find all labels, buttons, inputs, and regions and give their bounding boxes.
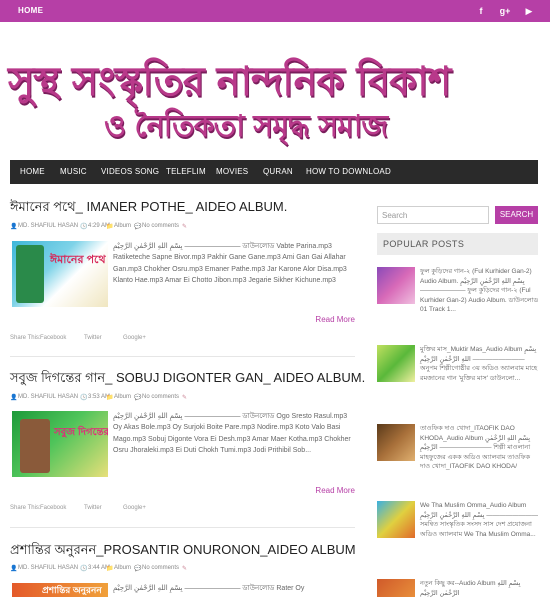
post-meta: 👤 MD. SHAFIUL HASAN 🕓 3:53 AM 📁 Album 💬 … <box>10 394 355 404</box>
author-icon: 👤 <box>10 395 18 401</box>
post-excerpt: بِسْمِ اللهِ الرَّحْمٰنِ الرَّحِيْمِ ———… <box>113 585 305 592</box>
popular-post-item[interactable]: নতুন কিছু কর--Audio Album بِسْمِ اللهِ ا… <box>377 579 538 597</box>
nav-teleflim[interactable]: TELEFLIM <box>166 160 206 184</box>
popular-post-thumbnail[interactable] <box>377 345 415 382</box>
read-more-link[interactable]: Read More <box>315 486 355 495</box>
post-excerpt: بِسْمِ اللهِ الرَّحْمٰنِ الرَّحِيْمِ ———… <box>113 413 351 454</box>
google-plus-icon[interactable]: g+ <box>497 3 513 19</box>
share-twitter[interactable]: Twitter <box>84 505 102 511</box>
edit-icon[interactable]: ✎ <box>182 394 187 401</box>
share-label: Share This: <box>10 335 41 341</box>
popular-post-item[interactable]: মুক্তির মাস_Muktir Mas_Audio Album بِسْم… <box>377 345 538 411</box>
popular-post-text: We Tha Muslim Omma_Audio Album بِسْمِ ال… <box>420 502 538 538</box>
comment-icon: 💬 <box>134 395 142 401</box>
post-title[interactable]: ঈমানের পথে_ IMANER POTHE_ AIDEO ALBUM. <box>10 198 355 219</box>
thumb-title: সবুজ দিগন্তের গান <box>54 427 108 438</box>
nav-videos-song[interactable]: VIDEOS SONG <box>101 160 159 184</box>
nav-quran[interactable]: QURAN <box>263 160 293 184</box>
thumb-title: প্রশান্তির অনুরনন <box>42 585 102 595</box>
folder-icon: 📁 <box>106 566 114 572</box>
popular-post-thumbnail[interactable] <box>377 579 415 597</box>
search-input[interactable]: Search <box>377 206 489 224</box>
popular-post-thumbnail[interactable] <box>377 424 415 461</box>
thumb-figure <box>16 245 44 303</box>
post-label[interactable]: Album <box>114 565 131 571</box>
popular-post-item[interactable]: We Tha Muslim Omma_Audio Album بِسْمِ ال… <box>377 501 538 569</box>
thumb-title: ঈমানের পথে <box>50 254 106 266</box>
popular-post-text: ফুল কুড়িদের গান-২ (Ful Kurhider Gan-2) … <box>420 268 538 314</box>
search-button[interactable]: SEARCH <box>495 206 538 224</box>
popular-post-item[interactable]: তাওফিক দাও খোদা_ITAOFIK DAO KHODA_Audio … <box>377 424 538 490</box>
post-author[interactable]: MD. SHAFIUL HASAN <box>18 223 78 229</box>
main-nav: HOME MUSIC VIDEOS SONG TELEFLIM MOVIES Q… <box>10 160 538 184</box>
share-google-plus[interactable]: Google+ <box>123 505 146 511</box>
edit-icon[interactable]: ✎ <box>182 223 187 230</box>
author-icon: 👤 <box>10 566 18 572</box>
post-label[interactable]: Album <box>114 223 131 229</box>
share-label: Share This: <box>10 505 41 511</box>
folder-icon: 📁 <box>106 395 114 401</box>
share-bar: Share This: Facebook Twitter Google+ <box>10 335 210 345</box>
post-label[interactable]: Album <box>114 394 131 400</box>
post-2: সবুজ দিগন্তের গান_ SOBUJ DIGONTER GAN_ A… <box>10 369 365 519</box>
post-comments[interactable]: No comments <box>142 565 179 571</box>
post-author[interactable]: MD. SHAFIUL HASAN <box>18 565 78 571</box>
post-meta: 👤 MD. SHAFIUL HASAN 🕓 4:29 AM 📁 Album 💬 … <box>10 223 355 233</box>
share-facebook[interactable]: Facebook <box>40 505 66 511</box>
post-title[interactable]: সবুজ দিগন্তের গান_ SOBUJ DIGONTER GAN_ A… <box>10 369 365 390</box>
post-divider <box>10 356 355 357</box>
post-divider <box>10 527 355 528</box>
comment-icon: 💬 <box>134 566 142 572</box>
nav-music[interactable]: MUSIC <box>60 160 87 184</box>
share-twitter[interactable]: Twitter <box>84 335 102 341</box>
post-thumbnail[interactable]: সবুজ দিগন্তের গান <box>12 411 108 477</box>
popular-post-thumbnail[interactable] <box>377 267 415 304</box>
popular-post-item[interactable]: ফুল কুড়িদের গান-২ (Ful Kurhider Gan-2) … <box>377 267 538 335</box>
youtube-icon[interactable]: ▶ <box>521 3 537 19</box>
folder-icon: 📁 <box>106 224 114 230</box>
edit-icon[interactable]: ✎ <box>182 565 187 572</box>
post-3: প্রশান্তির অনুরনন_PROSANTIR ONURONON_AID… <box>10 541 355 597</box>
post-comments[interactable]: No comments <box>142 223 179 229</box>
top-bar: HOME f g+ ▶ <box>0 0 550 22</box>
popular-post-thumbnail[interactable] <box>377 501 415 538</box>
clock-icon: 🕓 <box>80 566 88 572</box>
post-comments[interactable]: No comments <box>142 394 179 400</box>
share-facebook[interactable]: Facebook <box>40 335 66 341</box>
popular-posts-heading: POPULAR POSTS <box>377 233 538 255</box>
nav-home[interactable]: HOME <box>20 160 45 184</box>
nav-how-to-download[interactable]: HOW TO DOWNLOAD <box>306 160 391 184</box>
logo-line-2: ও নৈতিকতা সমৃদ্ধ সমাজ <box>104 109 388 144</box>
post-thumbnail[interactable]: প্রশান্তির অনুরনন <box>12 583 108 597</box>
post-title[interactable]: প্রশান্তির অনুরনন_PROSANTIR ONURONON_AID… <box>10 541 355 562</box>
facebook-icon[interactable]: f <box>473 3 489 19</box>
read-more-link[interactable]: Read More <box>315 315 355 324</box>
post-1: ঈমানের পথে_ IMANER POTHE_ AIDEO ALBUM. 👤… <box>10 198 355 348</box>
top-home-link[interactable]: HOME <box>18 6 43 15</box>
post-thumbnail[interactable]: ঈমানের পথে <box>12 241 108 307</box>
comment-icon: 💬 <box>134 224 142 230</box>
post-author[interactable]: MD. SHAFIUL HASAN <box>18 394 78 400</box>
share-bar: Share This: Facebook Twitter Google+ <box>10 505 210 515</box>
post-excerpt: بِسْمِ اللهِ الرَّحْمٰنِ الرَّحِيْمِ ———… <box>113 243 347 284</box>
share-google-plus[interactable]: Google+ <box>123 335 146 341</box>
author-icon: 👤 <box>10 224 18 230</box>
clock-icon: 🕓 <box>80 395 88 401</box>
thumb-figure <box>20 419 50 473</box>
post-meta: 👤 MD. SHAFIUL HASAN 🕓 3:44 AM 📁 Album 💬 … <box>10 565 355 575</box>
popular-post-text: মুক্তির মাস_Muktir Mas_Audio Album بِسْم… <box>420 346 538 382</box>
popular-post-text: তাওফিক দাও খোদা_ITAOFIK DAO KHODA_Audio … <box>420 425 531 471</box>
clock-icon: 🕓 <box>80 224 88 230</box>
site-logo[interactable]: সুস্থ সংস্কৃতির নান্দনিক বিকাশ ও নৈতিকতা… <box>0 22 550 152</box>
nav-movies[interactable]: MOVIES <box>216 160 248 184</box>
popular-post-text: নতুন কিছু কর--Audio Album بِسْمِ اللهِ ا… <box>420 580 521 597</box>
